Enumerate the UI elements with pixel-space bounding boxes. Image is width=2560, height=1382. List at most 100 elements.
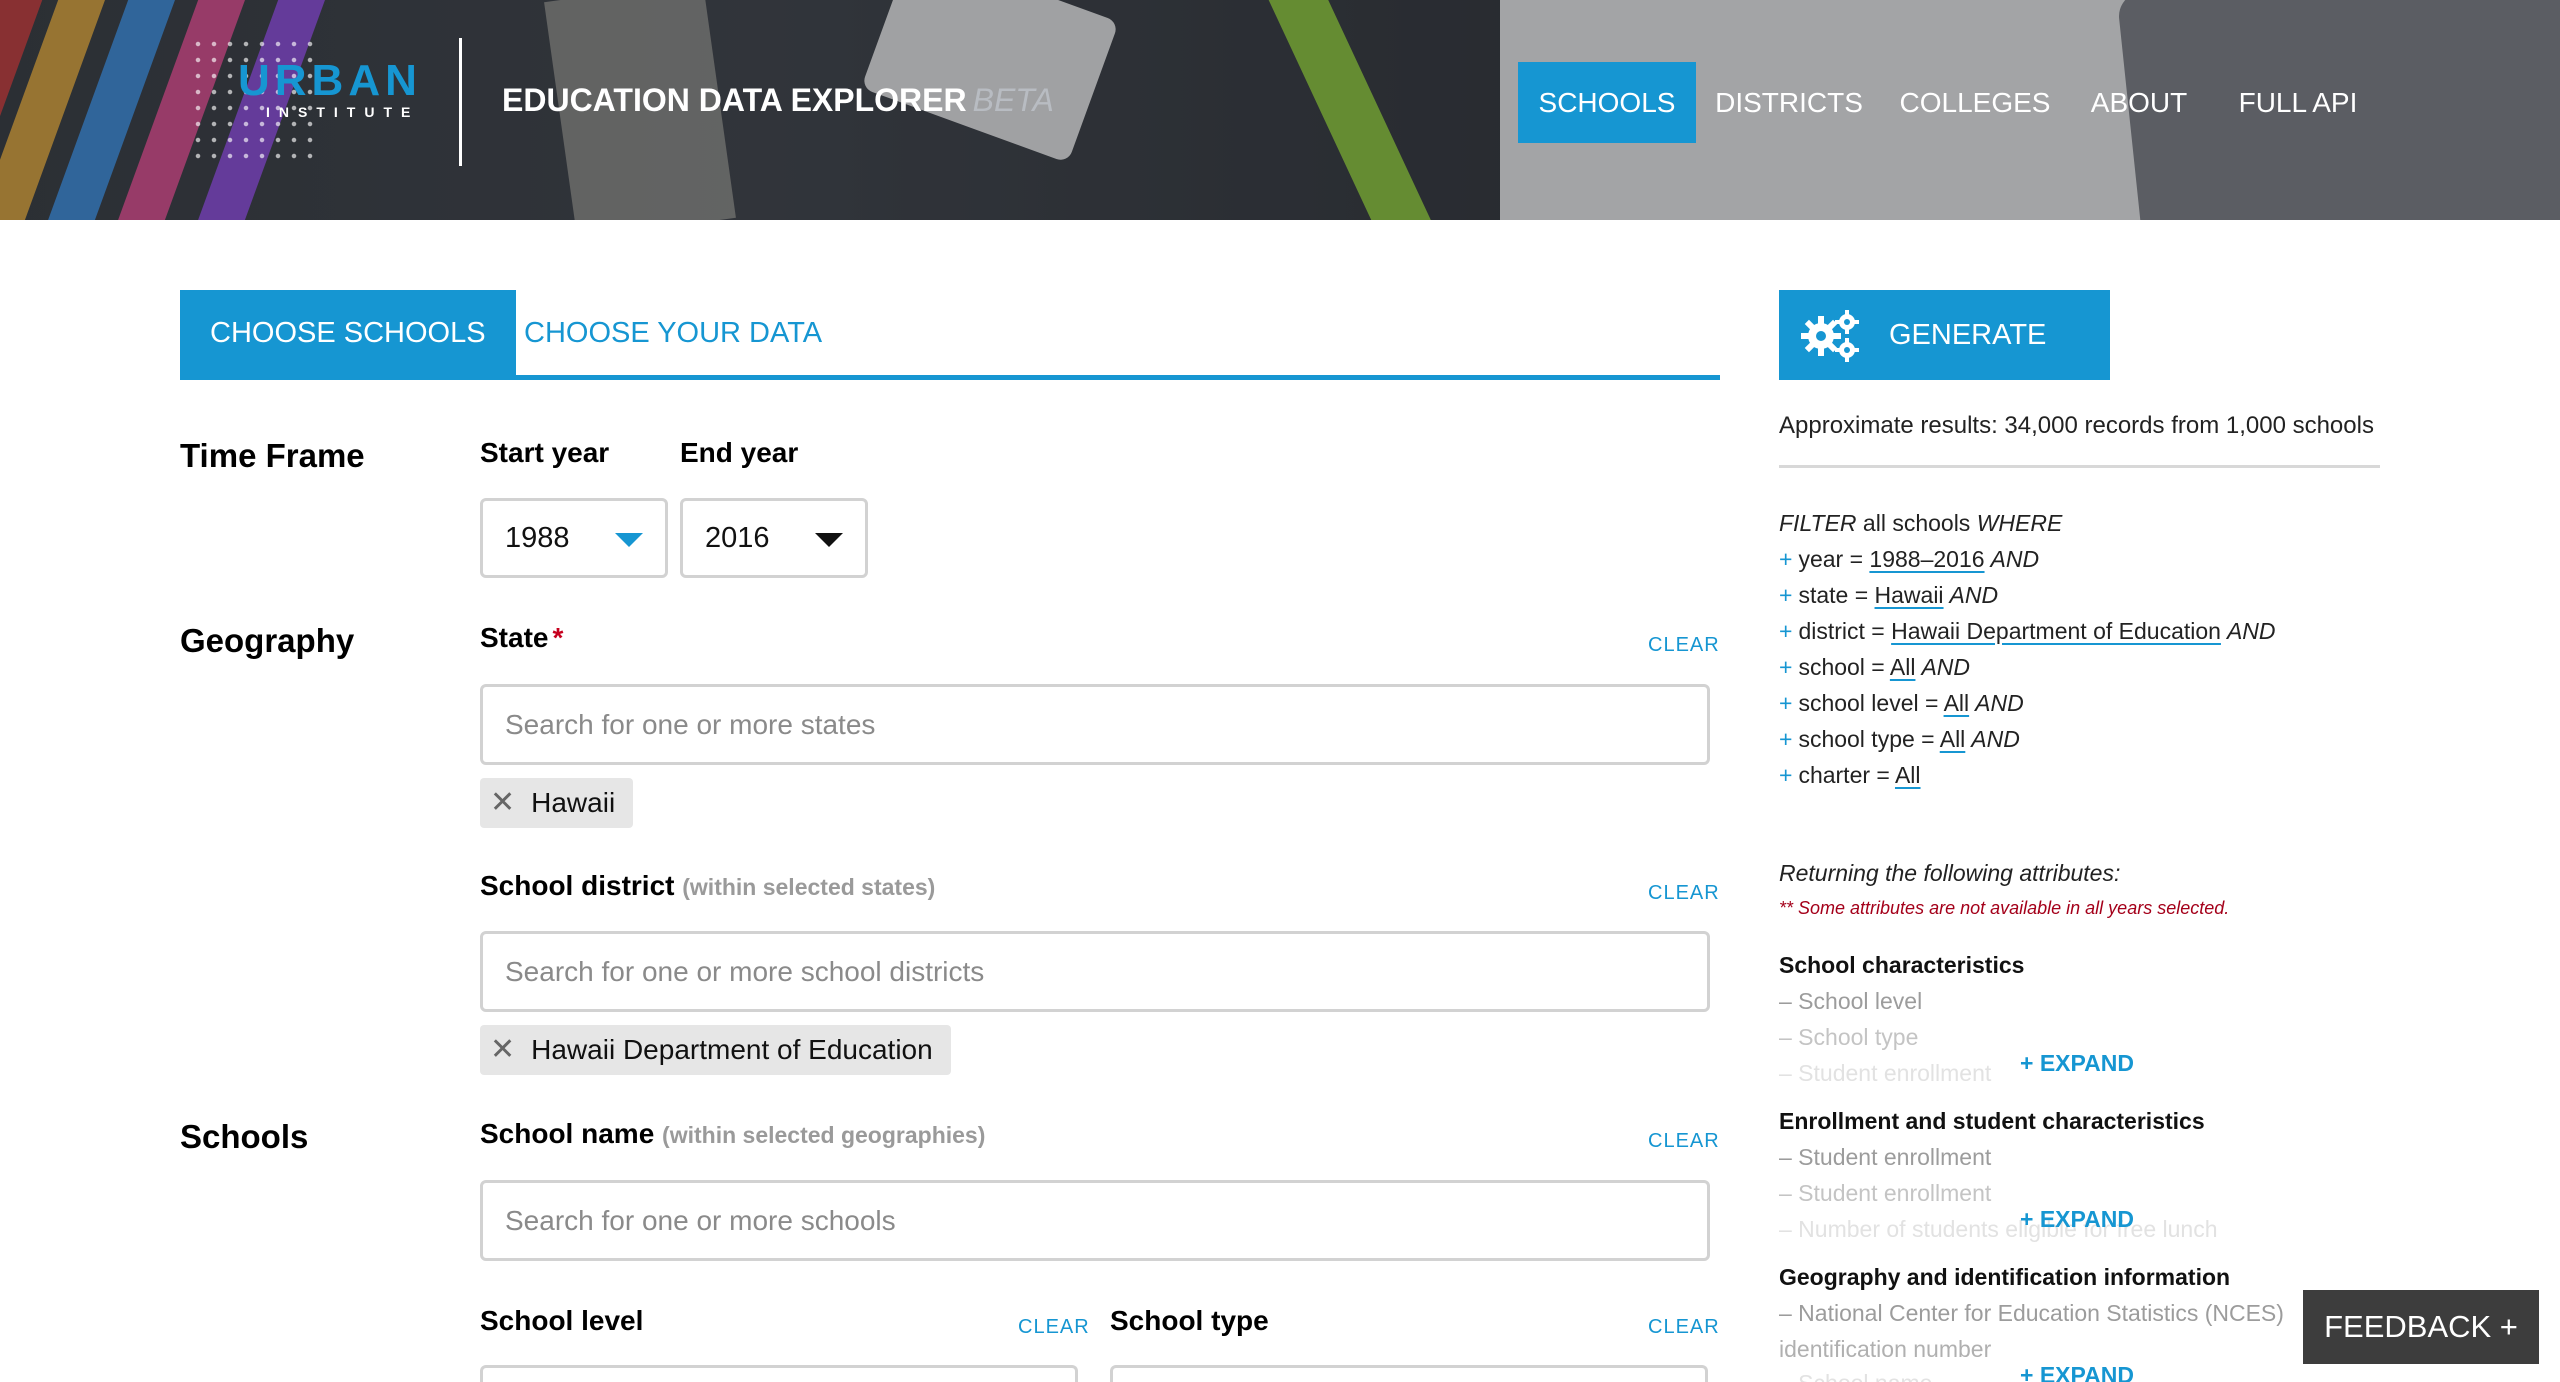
site-header: URBAN INSTITUTE EDUCATION DATA EXPLORER B…	[0, 0, 2560, 220]
nav-colleges[interactable]: COLLEGES	[1880, 62, 2070, 143]
district-label: School district (within selected states)	[480, 870, 935, 902]
school-type-label: School type	[1110, 1305, 1269, 1336]
district-label-sub: (within selected states)	[682, 874, 936, 900]
filter-key: year =	[1798, 546, 1864, 572]
availability-note: ** Some attributes are not available in …	[1779, 898, 2230, 918]
school-name-label-sub: (within selected geographies)	[662, 1122, 986, 1148]
logo-word: URBAN	[238, 56, 422, 105]
close-icon[interactable]: ✕	[490, 778, 515, 828]
expand-link[interactable]: + EXPAND	[2020, 1362, 2134, 1382]
school-name-search-input[interactable]	[480, 1180, 1710, 1261]
filter-and: AND	[1921, 654, 1970, 680]
school-level-select[interactable]	[480, 1365, 1078, 1382]
expand-link[interactable]: + EXPAND	[2020, 1206, 2134, 1233]
plus-icon[interactable]: +	[1779, 726, 1792, 752]
filter-key: school level =	[1798, 690, 1939, 716]
filter-key: district =	[1798, 618, 1885, 644]
section-geography: Geography	[180, 622, 355, 659]
step-tabs: CHOOSE SCHOOLS CHOOSE YOUR DATA	[180, 290, 1720, 380]
filter-value-link[interactable]: Hawaii	[1875, 582, 1944, 608]
school-name-clear-link[interactable]: CLEAR	[1648, 1130, 1720, 1153]
app-title[interactable]: EDUCATION DATA EXPLORER BETA	[502, 82, 1054, 119]
filter-and: AND	[1990, 546, 2040, 572]
feedback-button[interactable]: FEEDBACK +	[2303, 1290, 2539, 1364]
tab-choose-your-data[interactable]: CHOOSE YOUR DATA	[494, 290, 852, 376]
filter-heading: FILTER all schools WHERE	[1779, 510, 2062, 537]
plus-icon[interactable]: +	[1779, 618, 1792, 644]
urban-institute-logo[interactable]: URBAN INSTITUTE	[190, 36, 420, 166]
generate-button[interactable]: GENERATE	[1779, 290, 2110, 380]
district-chip-label: Hawaii Department of Education	[531, 1034, 933, 1065]
start-year-select[interactable]: 1988	[480, 498, 668, 578]
filter-value-link[interactable]: All	[1940, 726, 1966, 752]
school-level-clear-link[interactable]: CLEAR	[1018, 1316, 1090, 1339]
filter-and: AND	[1971, 726, 2020, 752]
tab-choose-schools[interactable]: CHOOSE SCHOOLS	[180, 290, 516, 376]
start-year-label: Start year	[480, 437, 610, 468]
attr-item: – Student enrollment	[1779, 1144, 1992, 1170]
filter-key: school =	[1798, 654, 1885, 680]
district-search-input[interactable]	[480, 931, 1710, 1012]
attr-item-faded: – Student enrollment	[1779, 1060, 1992, 1086]
plus-icon[interactable]: +	[1779, 582, 1792, 608]
required-marker: *	[552, 622, 564, 653]
generate-label: GENERATE	[1889, 319, 2047, 351]
filter-value-link[interactable]: All	[1890, 654, 1916, 680]
nav-districts[interactable]: DISTRICTS	[1708, 62, 1870, 143]
plus-icon[interactable]: +	[1779, 690, 1792, 716]
filter-key: state =	[1798, 582, 1869, 608]
nav-about[interactable]: ABOUT	[2080, 62, 2198, 143]
district-chip: ✕ Hawaii Department of Education	[480, 1025, 951, 1075]
returning-heading: Returning the following attributes:	[1779, 860, 2121, 886]
end-year-select[interactable]: 2016	[680, 498, 868, 578]
close-icon[interactable]: ✕	[490, 1025, 515, 1075]
school-level-label: School level	[480, 1305, 644, 1336]
attr-group-geography-id: Geography and identification information	[1779, 1264, 2231, 1290]
attr-item: – Student enrollment	[1779, 1180, 1992, 1206]
filter-value-link[interactable]: 1988–2016	[1869, 546, 1984, 572]
filter-row-state: + state = Hawaii AND	[1779, 582, 1998, 609]
filter-row-school: + school = All AND	[1779, 654, 1970, 681]
state-search-input[interactable]	[480, 684, 1710, 765]
expand-link[interactable]: + EXPAND	[2020, 1050, 2134, 1077]
school-type-select[interactable]	[1110, 1365, 1708, 1382]
attr-item: – School level	[1779, 988, 1923, 1014]
school-type-clear-link[interactable]: CLEAR	[1648, 1316, 1720, 1339]
plus-icon[interactable]: +	[1779, 762, 1792, 788]
plus-icon[interactable]: +	[1779, 654, 1792, 680]
plus-icon[interactable]: +	[1779, 546, 1792, 572]
state-clear-link[interactable]: CLEAR	[1648, 634, 1720, 657]
beta-badge: BETA	[972, 82, 1054, 118]
filter-row-year: + year = 1988–2016 AND	[1779, 546, 2039, 573]
filter-value-link[interactable]: Hawaii Department of Education	[1891, 618, 2221, 644]
header-divider	[459, 38, 462, 166]
attr-group-school-characteristics: School characteristics	[1779, 952, 2025, 978]
caret-down-icon	[815, 533, 843, 547]
filter-and: AND	[2226, 618, 2276, 644]
nav-schools[interactable]: SCHOOLS	[1518, 62, 1696, 143]
attr-item: – School type	[1779, 1024, 1919, 1050]
end-year-value: 2016	[705, 522, 770, 554]
filter-and: AND	[1975, 690, 2024, 716]
attr-item-faded: – School name	[1779, 1370, 1932, 1382]
logo-subword: INSTITUTE	[266, 104, 420, 120]
filter-value-link[interactable]: All	[1895, 762, 1921, 788]
attr-item: – National Center for Education Statisti…	[1779, 1300, 2284, 1326]
school-name-label: School name (within selected geographies…	[480, 1118, 985, 1150]
nav-full-api[interactable]: FULL API	[2218, 62, 2378, 143]
filter-key: school type =	[1798, 726, 1935, 752]
start-year-value: 1988	[505, 522, 570, 554]
state-chip-label: Hawaii	[531, 787, 616, 818]
approximate-results: Approximate results: 34,000 records from…	[1779, 412, 2374, 439]
state-label-text: State	[480, 622, 549, 653]
gears-icon	[1801, 310, 1859, 362]
filter-value-link[interactable]: All	[1944, 690, 1970, 716]
end-year-label: End year	[680, 437, 799, 468]
district-clear-link[interactable]: CLEAR	[1648, 882, 1720, 905]
caret-down-icon	[615, 533, 643, 547]
attr-item: identification number	[1779, 1336, 1992, 1362]
filter-row-district: + district = Hawaii Department of Educati…	[1779, 618, 2276, 645]
filter-row-charter: + charter = All	[1779, 762, 1921, 789]
section-schools: Schools	[180, 1118, 309, 1155]
attr-group-enrollment: Enrollment and student characteristics	[1779, 1108, 2205, 1134]
